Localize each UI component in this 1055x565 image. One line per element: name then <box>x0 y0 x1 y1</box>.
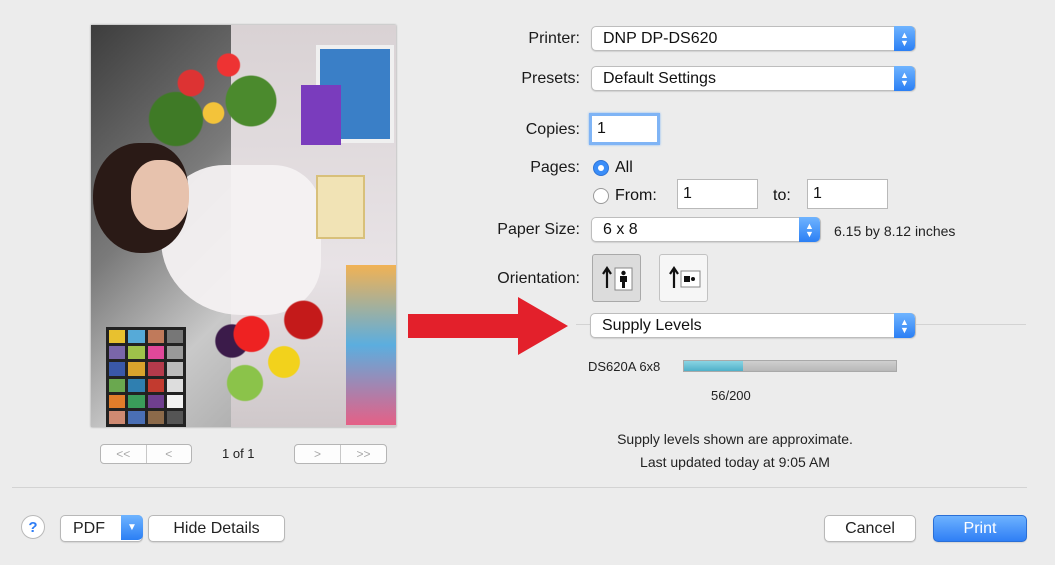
help-button[interactable]: ? <box>21 515 45 539</box>
popup-arrows-icon: ▲ ▼ <box>894 66 915 91</box>
pages-all-radio[interactable] <box>593 160 609 176</box>
cancel-button[interactable]: Cancel <box>824 515 916 542</box>
paper-size-dimensions: 6.15 by 8.12 inches <box>834 223 956 239</box>
page-nav-back-group: << < <box>100 444 192 464</box>
copies-label: Copies: <box>525 121 580 138</box>
pdf-label: PDF <box>73 519 105 537</box>
landscape-icon <box>668 266 700 288</box>
printer-value: DNP DP-DS620 <box>603 29 718 47</box>
pages-from-radio[interactable] <box>593 188 609 204</box>
section-popup[interactable]: Supply Levels ▲ ▼ <box>590 313 916 338</box>
red-arrow-icon <box>408 297 568 355</box>
page-count: 1 of 1 <box>222 446 255 461</box>
print-preview-image <box>91 25 396 427</box>
paper-size-value: 6 x 8 <box>603 220 638 238</box>
presets-value: Default Settings <box>603 69 716 87</box>
supply-note-approximate: Supply levels shown are approximate. <box>617 431 853 447</box>
pages-to-field[interactable]: 1 <box>807 179 888 209</box>
paper-size-popup[interactable]: 6 x 8 ▲ ▼ <box>591 217 821 242</box>
color-checker-chart <box>106 327 186 427</box>
section-value: Supply Levels <box>602 316 702 334</box>
printer-label: Printer: <box>528 30 580 47</box>
next-page-button[interactable]: > <box>295 445 340 463</box>
print-button[interactable]: Print <box>933 515 1027 542</box>
orientation-landscape-button[interactable] <box>659 254 708 302</box>
presets-label: Presets: <box>521 70 580 87</box>
portrait-icon <box>601 266 632 291</box>
supply-media-label: DS620A 6x8 <box>588 359 661 374</box>
pages-from-label: From: <box>615 187 657 204</box>
pdf-menu-button[interactable]: PDF ▼ <box>60 515 143 542</box>
chevron-down-icon: ▼ <box>121 515 143 540</box>
paper-size-label: Paper Size: <box>497 221 580 238</box>
pages-to-label: to: <box>773 187 791 204</box>
pages-from-field[interactable]: 1 <box>677 179 758 209</box>
previous-page-button[interactable]: < <box>145 445 192 463</box>
popup-arrows-icon: ▲ ▼ <box>799 217 820 242</box>
pages-label: Pages: <box>530 159 580 176</box>
footer-divider <box>12 487 1027 488</box>
orientation-portrait-button[interactable] <box>592 254 641 302</box>
copies-field[interactable]: 1 <box>589 113 660 145</box>
presets-popup[interactable]: Default Settings ▲ ▼ <box>591 66 916 91</box>
supply-level-bar <box>683 360 897 372</box>
page-nav-forward-group: > >> <box>294 444 387 464</box>
first-page-button[interactable]: << <box>101 445 146 463</box>
pages-all-label: All <box>615 159 633 176</box>
hide-details-button[interactable]: Hide Details <box>148 515 285 542</box>
popup-arrows-icon: ▲ ▼ <box>894 26 915 51</box>
printer-popup[interactable]: DNP DP-DS620 ▲ ▼ <box>591 26 916 51</box>
supply-count: 56/200 <box>711 388 751 403</box>
orientation-label: Orientation: <box>497 270 580 287</box>
popup-arrows-icon: ▲ ▼ <box>894 313 915 338</box>
supply-level-fill <box>684 361 744 371</box>
supply-note-updated: Last updated today at 9:05 AM <box>640 454 830 470</box>
last-page-button[interactable]: >> <box>340 445 386 463</box>
